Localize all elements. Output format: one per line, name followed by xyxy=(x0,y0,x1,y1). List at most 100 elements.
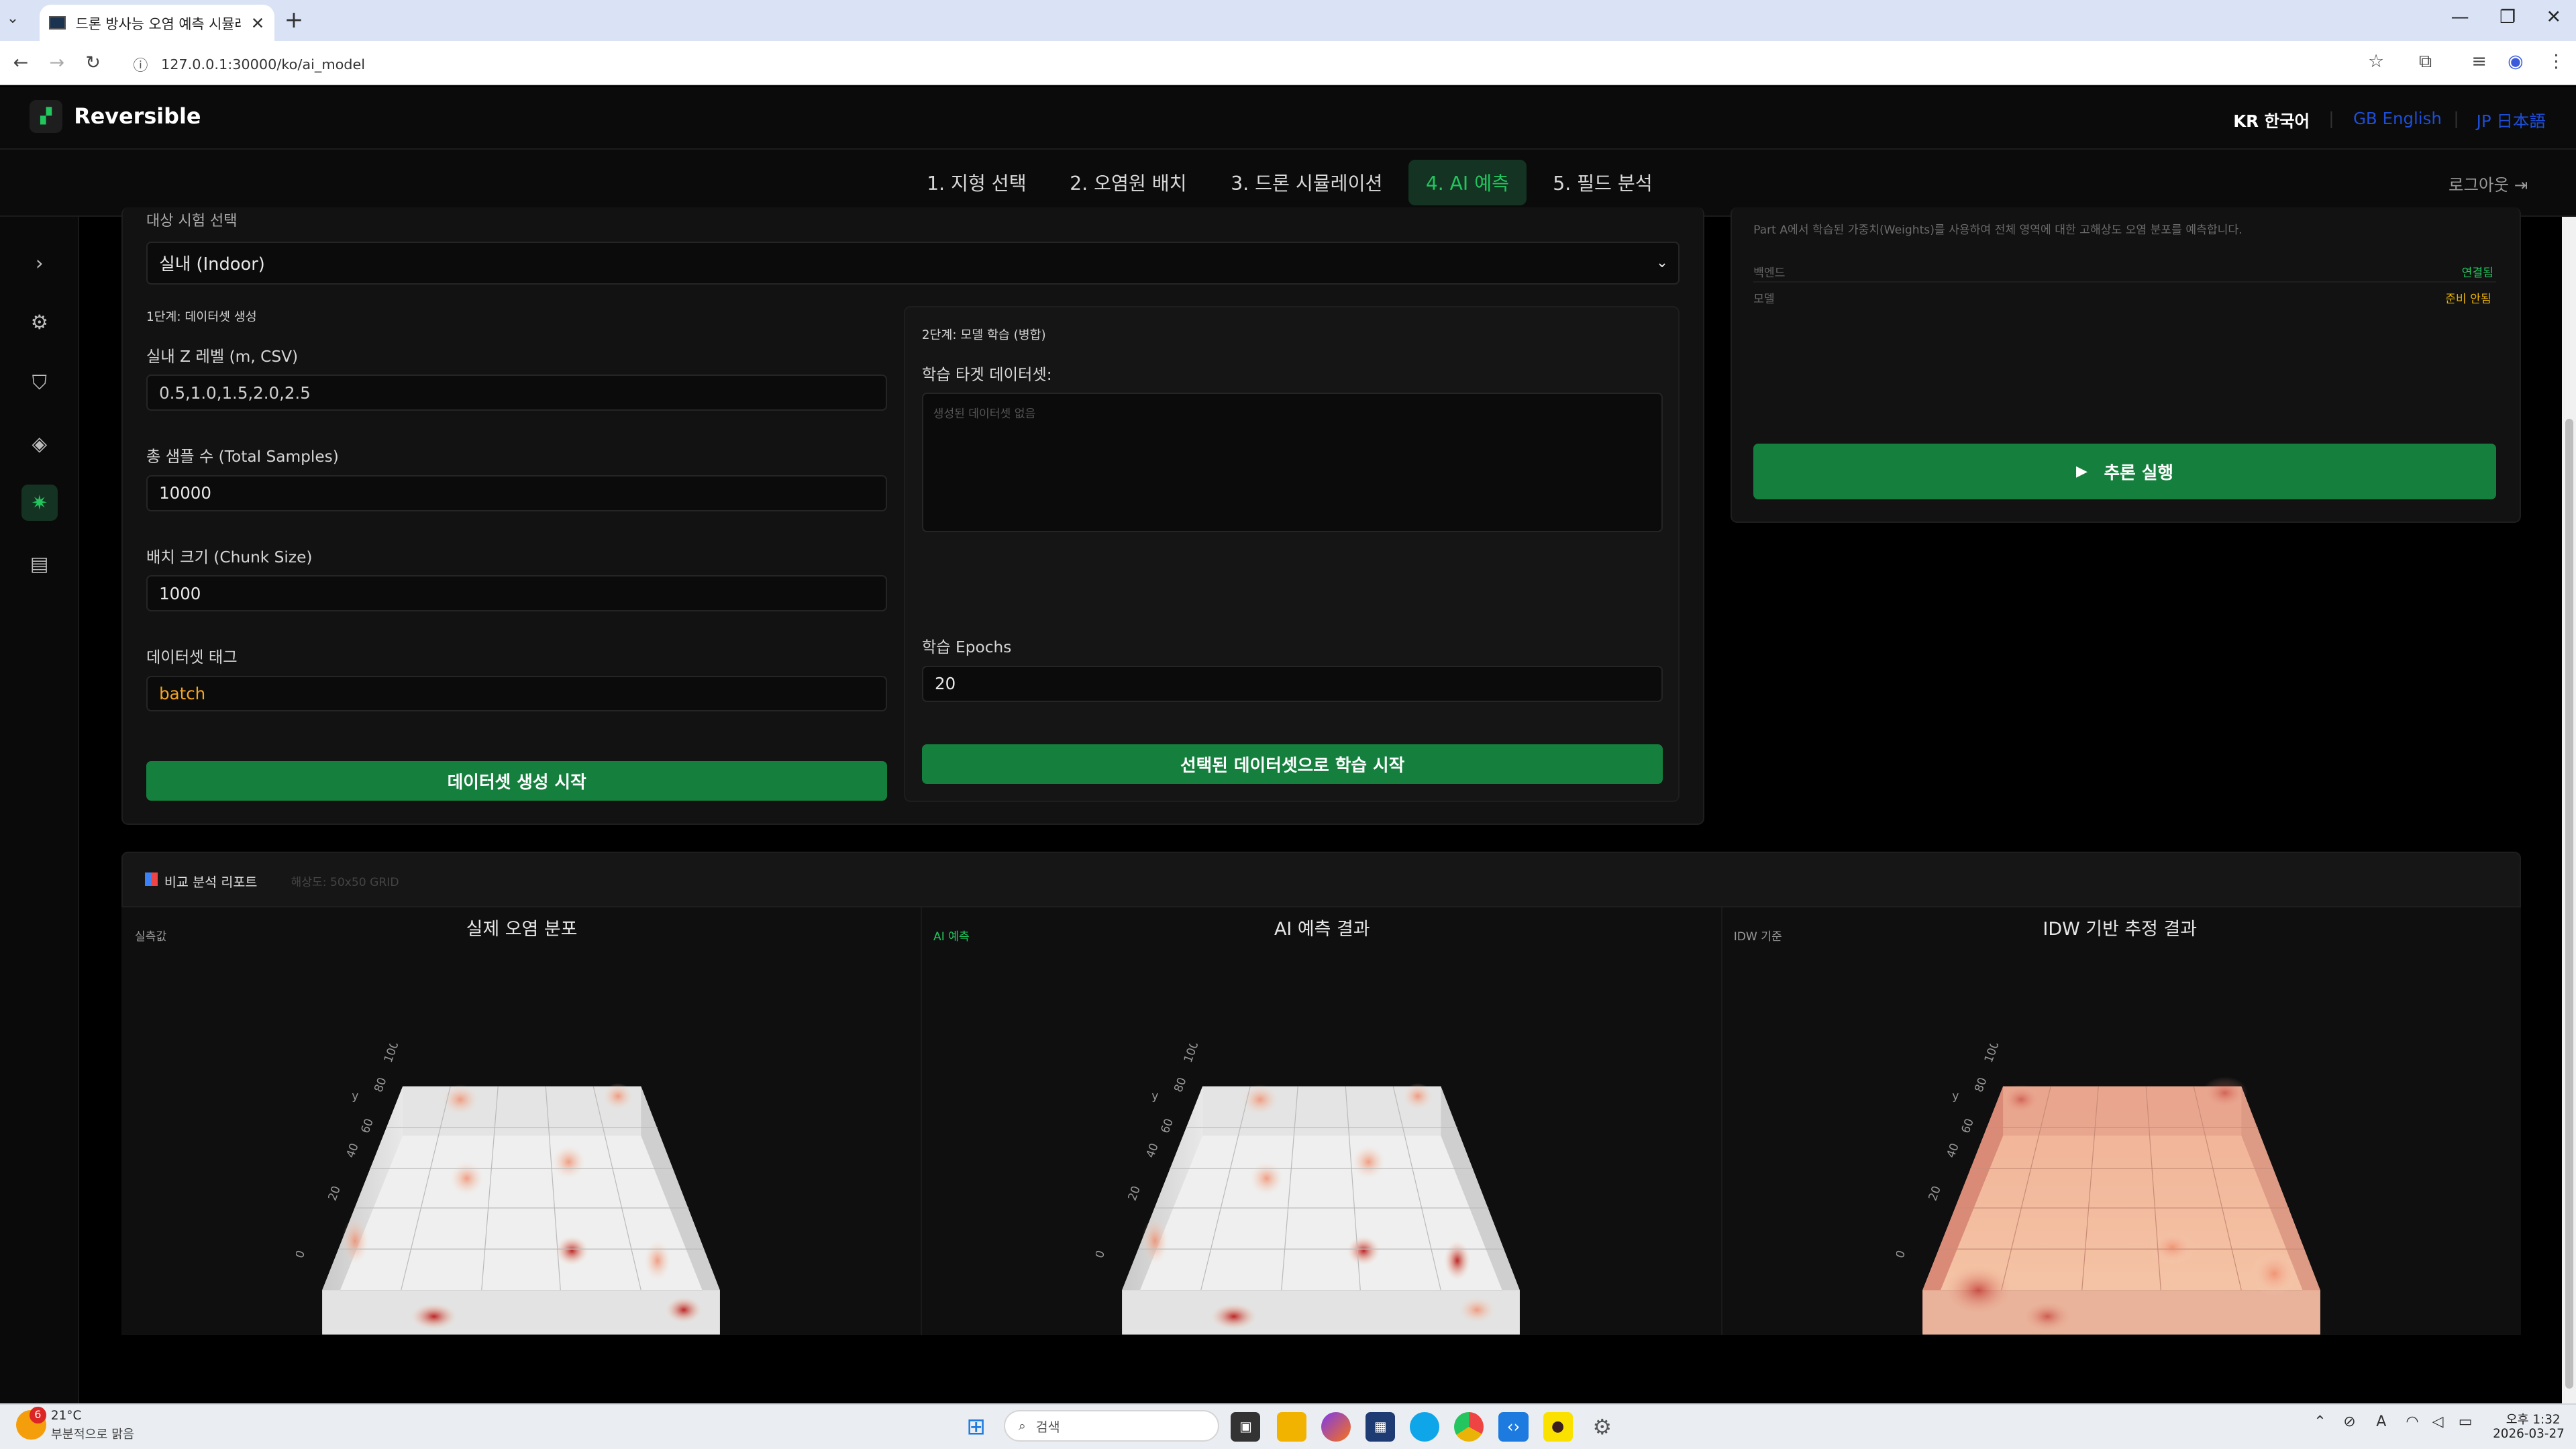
total-samples-input[interactable]: 10000 xyxy=(146,474,888,511)
settings-app-icon[interactable]: ⚙ xyxy=(1588,1412,1617,1442)
axis-tick: 100 xyxy=(1182,1044,1202,1064)
tab-terrain[interactable]: 1. 지형 선택 xyxy=(912,160,1041,206)
minimize-icon[interactable]: — xyxy=(2437,7,2483,28)
axis-tick: 20 xyxy=(325,1185,343,1203)
divider xyxy=(1753,281,2497,283)
axis-tick: 80 xyxy=(1172,1076,1190,1094)
plot-footer xyxy=(121,1334,2521,1404)
clock-time[interactable]: 오후 1:32 xyxy=(2506,1410,2561,1428)
env-select-value: 실내 (Indoor) xyxy=(159,254,265,275)
axis-label-y: y xyxy=(1152,1089,1159,1103)
z-levels-input[interactable]: 0.5,1.0,1.5,2.0,2.5 xyxy=(146,374,888,411)
browser-tab[interactable]: 드론 방사능 오염 예측 시뮬레이 ✕ xyxy=(39,5,274,42)
tab-list-icon[interactable]: ⌄ xyxy=(7,10,19,27)
tab-ai-prediction[interactable]: 4. AI 예측 xyxy=(1408,159,1527,206)
menu-icon[interactable]: ⋮ xyxy=(2547,51,2565,72)
env-select[interactable]: 실내 (Indoor) ⌄ xyxy=(146,242,1680,285)
clock-date[interactable]: 2026-03-27 xyxy=(2493,1427,2565,1441)
lang-divider: | xyxy=(2453,108,2459,128)
app-header xyxy=(0,87,2576,150)
volume-icon[interactable]: ◁ xyxy=(2432,1413,2444,1430)
epochs-input[interactable]: 20 xyxy=(921,665,1663,702)
dataset-tag-input[interactable]: batch xyxy=(146,675,888,712)
bug-icon[interactable]: ✷ xyxy=(21,485,58,521)
start-icon[interactable]: ⊞ xyxy=(962,1412,991,1442)
total-samples-label: 총 샘플 수 (Total Samples) xyxy=(146,448,339,466)
panel-tag-idw: IDW 기준 xyxy=(1733,930,1782,944)
tab-drone[interactable]: 3. 드론 시뮬레이션 xyxy=(1216,160,1397,206)
lang-english[interactable]: GB English xyxy=(2353,109,2442,128)
brand-name: Reversible xyxy=(74,103,201,130)
axis-label-y: y xyxy=(1952,1089,1959,1103)
model-status-value: 준비 안됨 xyxy=(2445,293,2491,307)
back-icon[interactable]: ← xyxy=(13,52,29,73)
chrome-icon[interactable] xyxy=(1454,1411,1484,1442)
vscode-icon[interactable]: ‹› xyxy=(1498,1411,1529,1442)
task-view-icon[interactable]: ▣ xyxy=(1231,1411,1261,1442)
copilot-icon[interactable] xyxy=(1321,1411,1351,1442)
logout-label: 로그아웃 xyxy=(2449,175,2510,195)
chunk-size-input[interactable]: 1000 xyxy=(146,575,888,612)
axis-tick: 40 xyxy=(1945,1142,1962,1160)
step2-title: 2단계: 모델 학습 (병합) xyxy=(921,328,1046,342)
forward-icon[interactable]: → xyxy=(49,52,64,73)
shield-icon[interactable]: ⛉ xyxy=(21,365,58,401)
file-explorer-icon[interactable] xyxy=(1276,1411,1306,1442)
panel-tag-ai: AI 예측 xyxy=(933,930,970,944)
search-icon: ⌕ xyxy=(1018,1417,1026,1434)
env-select-label: 대상 시험 선택 xyxy=(146,213,238,230)
profile-icon[interactable]: ◉ xyxy=(2508,51,2524,72)
generate-dataset-button[interactable]: 데이터셋 생성 시작 xyxy=(146,760,888,801)
chunk-size-label: 배치 크기 (Chunk Size) xyxy=(146,548,313,566)
document-icon[interactable]: ▤ xyxy=(21,546,58,582)
lang-japanese[interactable]: JP 日本語 xyxy=(2477,109,2546,132)
panel-title-ai: AI 예측 결과 xyxy=(1274,918,1370,940)
target-dataset-label: 학습 타겟 데이터셋: xyxy=(921,365,1052,384)
tray-app-icon[interactable]: ⊘ xyxy=(2343,1413,2355,1430)
axis-tick: 100 xyxy=(1982,1044,2002,1064)
z-levels-label: 실내 Z 레벨 (m, CSV) xyxy=(146,347,299,366)
start-training-button[interactable]: 선택된 데이터셋으로 학습 시작 xyxy=(921,744,1663,785)
axis-tick: 80 xyxy=(372,1076,389,1094)
taskbar-search[interactable]: ⌕ 검색 xyxy=(1004,1410,1220,1442)
target-dataset-list[interactable]: 생성된 데이터셋 없음 xyxy=(921,393,1663,533)
window-close-icon[interactable]: ✕ xyxy=(2530,7,2576,28)
play-icon: ▶ xyxy=(2076,463,2088,481)
store-icon[interactable]: ▦ xyxy=(1366,1411,1396,1442)
tab-source[interactable]: 2. 오염원 배치 xyxy=(1055,160,1201,206)
ime-icon[interactable]: A xyxy=(2376,1413,2386,1430)
run-inference-label: 추론 실행 xyxy=(2104,463,2174,484)
scrollbar-thumb[interactable] xyxy=(2565,419,2574,1389)
gear-icon[interactable]: ⚙ xyxy=(21,304,58,340)
lang-korean[interactable]: KR 한국어 xyxy=(2233,109,2310,132)
address-bar[interactable]: ⓘ 127.0.0.1:30000/ko/ai_model xyxy=(119,48,2410,81)
bookmark-star-icon[interactable]: ☆ xyxy=(2368,51,2384,72)
restore-icon[interactable]: ❐ xyxy=(2485,7,2531,28)
expand-chevron-icon[interactable]: › xyxy=(21,245,58,281)
edge-icon[interactable] xyxy=(1410,1411,1440,1442)
close-icon[interactable]: ✕ xyxy=(251,13,265,33)
panel-title-idw: IDW 기반 추정 결과 xyxy=(2043,918,2197,940)
report-title: 비교 분석 리포트 xyxy=(164,874,258,890)
new-tab-icon[interactable]: + xyxy=(285,7,304,34)
inference-description: Part A에서 학습된 가중치(Weights)를 사용하여 전체 영역에 대… xyxy=(1753,223,2243,238)
url-text: 127.0.0.1:30000/ko/ai_model xyxy=(160,56,366,72)
run-inference-button[interactable]: ▶ 추론 실행 xyxy=(1753,444,2497,500)
reload-icon[interactable]: ↻ xyxy=(85,52,101,73)
site-info-icon[interactable]: ⓘ xyxy=(133,54,148,75)
media-icon[interactable]: ≡ xyxy=(2471,51,2487,72)
layers-icon[interactable]: ◈ xyxy=(21,426,58,462)
panel-title-actual: 실제 오염 분포 xyxy=(466,918,578,940)
dataset-tag-label: 데이터셋 태그 xyxy=(146,648,238,666)
battery-icon[interactable]: ▭ xyxy=(2459,1413,2473,1430)
kakaotalk-icon[interactable]: ● xyxy=(1543,1411,1573,1442)
chevron-down-icon: ⌄ xyxy=(1655,254,1669,272)
logout-button[interactable]: 로그아웃 ⇥ xyxy=(2449,172,2528,196)
step1-title: 1단계: 데이터셋 생성 xyxy=(146,309,257,324)
tray-chevron-icon[interactable]: ⌃ xyxy=(2314,1413,2326,1430)
report-subtitle: 해상도: 50x50 GRID xyxy=(291,876,399,890)
extensions-icon[interactable]: ⧉ xyxy=(2419,51,2432,72)
logout-icon: ⇥ xyxy=(2514,175,2528,195)
tab-field-analysis[interactable]: 5. 필드 분석 xyxy=(1538,160,1667,206)
wifi-icon[interactable]: ◠ xyxy=(2406,1413,2418,1430)
